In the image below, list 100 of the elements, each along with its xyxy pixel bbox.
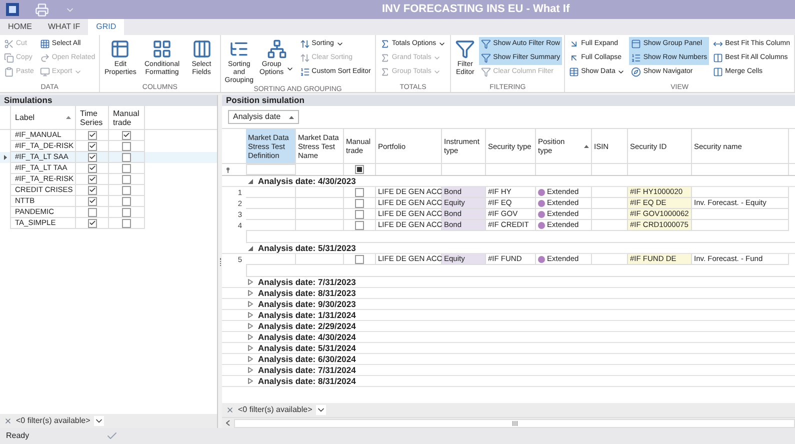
compass-icon bbox=[631, 67, 642, 77]
expand-icon[interactable] bbox=[246, 367, 254, 373]
group-row-label: Analysis date: 6/30/2024 bbox=[258, 354, 356, 364]
columns-icon bbox=[713, 53, 724, 63]
panel-icon bbox=[631, 39, 642, 49]
checkbox[interactable] bbox=[355, 254, 364, 264]
ribbon-tab[interactable]: GRID bbox=[88, 19, 124, 35]
group-row-label: Analysis date: 4/30/2024 bbox=[258, 332, 356, 342]
sigma-icon bbox=[380, 53, 390, 63]
group-row-label: Analysis date: 4/30/2023 bbox=[258, 176, 356, 186]
group-row-label: Analysis date: 5/31/2023 bbox=[258, 244, 356, 252]
filter-icon bbox=[455, 39, 476, 59]
row-indicator-icon bbox=[4, 155, 6, 160]
expand-icon[interactable] bbox=[246, 345, 254, 351]
expand-icon[interactable] bbox=[246, 290, 254, 296]
checkbox[interactable] bbox=[122, 196, 131, 206]
expand-icon[interactable] bbox=[246, 378, 254, 384]
expand-icon[interactable] bbox=[246, 323, 254, 329]
empty-cell bbox=[246, 209, 296, 220]
checkbox[interactable] bbox=[355, 188, 364, 196]
checkbox[interactable] bbox=[88, 174, 96, 184]
group-row-label: Analysis date: 7/31/2024 bbox=[258, 366, 356, 374]
caret-icon bbox=[617, 68, 626, 76]
filter-summary: <0 filter(s) available> bbox=[16, 415, 90, 427]
checkbox[interactable] bbox=[355, 165, 364, 174]
ribbon-tab[interactable]: WHAT IF bbox=[40, 19, 88, 35]
expand-icon[interactable] bbox=[246, 279, 254, 285]
expand-icon[interactable] bbox=[246, 334, 254, 340]
checkbox[interactable] bbox=[122, 218, 131, 228]
checkbox[interactable] bbox=[122, 130, 131, 140]
expand-icon[interactable] bbox=[246, 301, 254, 307]
sort-icon bbox=[300, 53, 310, 63]
checkbox[interactable] bbox=[88, 152, 96, 162]
checkbox[interactable] bbox=[355, 198, 364, 208]
close-icon[interactable] bbox=[226, 406, 234, 414]
checkbox[interactable] bbox=[88, 164, 96, 172]
dropdown-icon[interactable] bbox=[94, 416, 104, 426]
monitor-icon bbox=[40, 67, 50, 77]
sigma-icon bbox=[380, 67, 390, 77]
checkbox[interactable] bbox=[122, 174, 131, 184]
table-icon bbox=[110, 39, 130, 59]
scrollbar-thumb[interactable] bbox=[234, 418, 795, 428]
group-row-label: Analysis date: 7/31/2023 bbox=[258, 278, 356, 286]
checkbox[interactable] bbox=[122, 142, 131, 150]
checkbox[interactable] bbox=[88, 208, 96, 216]
checkbox[interactable] bbox=[122, 164, 131, 172]
arrow-icon bbox=[569, 39, 580, 49]
app-logo-icon bbox=[6, 3, 19, 16]
filter-icon bbox=[481, 53, 492, 63]
columns-icon bbox=[192, 39, 212, 59]
copy-icon bbox=[4, 53, 14, 63]
checkbox[interactable] bbox=[122, 186, 131, 194]
pin-icon bbox=[226, 166, 230, 172]
filter-icon bbox=[481, 67, 492, 77]
empty-cell bbox=[246, 198, 296, 209]
grid-icon bbox=[152, 39, 172, 59]
expand-icon[interactable] bbox=[246, 356, 254, 362]
checkbox[interactable] bbox=[88, 142, 96, 150]
group-row-label: Analysis date: 8/31/2023 bbox=[258, 288, 356, 298]
scissors-icon bbox=[4, 39, 14, 49]
group-row-label: Analysis date: 8/31/2024 bbox=[258, 376, 356, 386]
checkbox[interactable] bbox=[88, 186, 96, 194]
panel-title: Position simulation bbox=[226, 94, 304, 107]
scroll-left-icon[interactable] bbox=[226, 420, 230, 426]
checkbox[interactable] bbox=[122, 208, 131, 216]
checkbox[interactable] bbox=[88, 130, 96, 140]
sort-up-icon bbox=[584, 144, 589, 148]
sort-up-icon bbox=[288, 116, 294, 118]
sort-up-icon bbox=[66, 116, 71, 119]
list-icon bbox=[631, 53, 642, 63]
sort-icon bbox=[300, 39, 310, 49]
status-text: Ready bbox=[6, 430, 30, 442]
checkbox[interactable] bbox=[88, 218, 96, 228]
collapse-icon[interactable] bbox=[246, 178, 254, 184]
checkbox[interactable] bbox=[355, 210, 364, 218]
caret-icon bbox=[286, 65, 294, 73]
printer-icon[interactable] bbox=[35, 2, 49, 16]
check-icon bbox=[106, 430, 118, 442]
collapse-icon[interactable] bbox=[246, 246, 254, 250]
dropdown-icon[interactable] bbox=[316, 405, 326, 415]
checkbox[interactable] bbox=[122, 152, 131, 162]
hierarchy-icon bbox=[266, 39, 287, 59]
checkbox[interactable] bbox=[355, 220, 364, 230]
column-header[interactable]: Label bbox=[10, 106, 76, 129]
group-chip[interactable]: Analysis date bbox=[228, 110, 299, 124]
column-header[interactable]: Time Series bbox=[76, 106, 109, 129]
checkbox[interactable] bbox=[88, 196, 96, 206]
list-icon bbox=[300, 67, 310, 77]
group-row-label: Analysis date: 5/31/2024 bbox=[258, 344, 356, 352]
expand-icon[interactable] bbox=[246, 312, 254, 318]
filter-icon bbox=[481, 39, 492, 49]
ribbon-tab[interactable]: HOME bbox=[0, 19, 40, 35]
group-row-label: Analysis date: 9/30/2023 bbox=[258, 300, 356, 308]
resize-icon bbox=[713, 39, 724, 49]
columns-icon bbox=[713, 67, 724, 77]
column-header[interactable]: Manual trade bbox=[109, 106, 145, 129]
close-icon[interactable] bbox=[4, 417, 12, 425]
filter-summary: <0 filter(s) available> bbox=[238, 404, 312, 416]
caret-icon bbox=[74, 68, 82, 76]
redo-arrow-icon bbox=[40, 53, 50, 63]
